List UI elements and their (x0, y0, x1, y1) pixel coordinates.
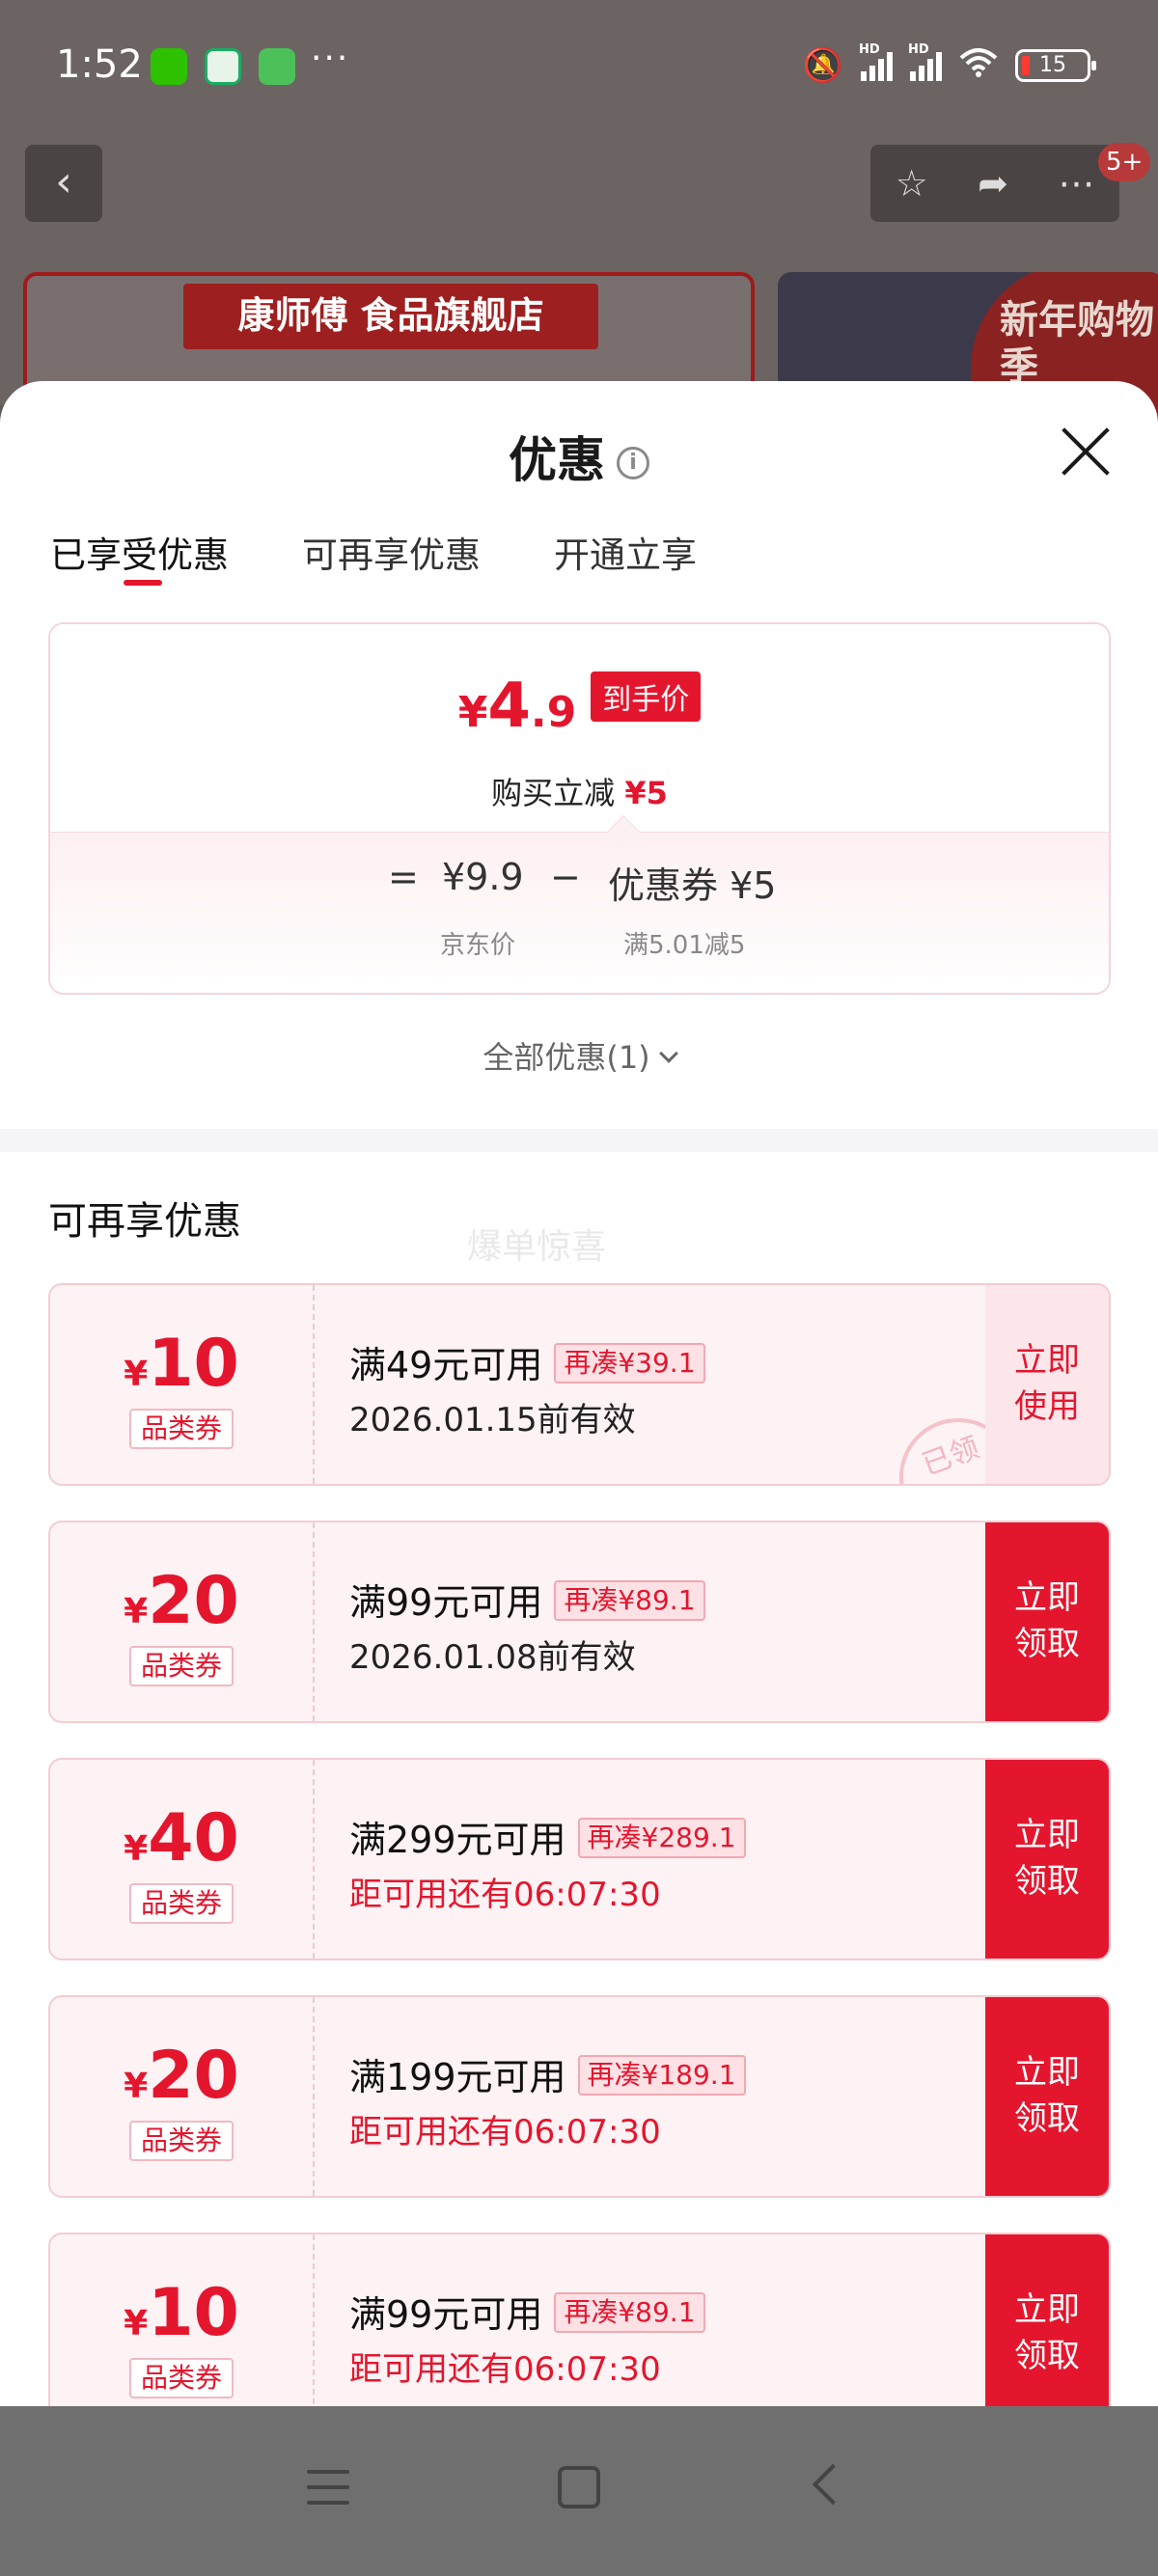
tab-more-discounts[interactable]: 可再享优惠 (302, 526, 481, 578)
info-icon[interactable]: i (617, 447, 649, 480)
coupon-value: ¥10 (124, 1326, 239, 1402)
claim-button[interactable]: 立即 领取 (985, 1522, 1109, 1721)
battery-icon: 15 (1015, 49, 1096, 82)
section-divider (0, 1129, 1158, 1152)
coupon-rule: 满5.01减5 (623, 931, 746, 960)
coupon-remaining: 再凑¥89.1 (554, 2292, 705, 2333)
sheet-title: 优惠 (509, 432, 605, 488)
coupon-validity: 2026.01.08前有效 (349, 1638, 636, 1677)
coupon-remaining: 再凑¥189.1 (577, 2055, 746, 2096)
signal-icon-2: HD (908, 42, 942, 81)
price-summary-card: ¥4.9 到手价 购买立减 ¥5 = ¥9.9 − 优惠券 ¥5 京东价 满5.… (48, 622, 1111, 995)
bank-app-icon (205, 48, 241, 85)
coupon-remaining: 再凑¥89.1 (554, 1580, 705, 1621)
coupon-deduction: 优惠券 ¥5 (608, 864, 777, 907)
chevron-down-icon (658, 1044, 678, 1063)
system-nav-bar (0, 2406, 1158, 2576)
more-discounts-title: 可再享优惠 (48, 1199, 241, 1244)
more-notifications-icon: ··· (311, 39, 350, 78)
home-icon[interactable] (558, 2466, 600, 2508)
coupon-condition: 满49元可用 再凑¥39.1 (349, 1335, 705, 1388)
back-icon[interactable] (812, 2463, 854, 2506)
tab-activate[interactable]: 开通立享 (554, 526, 697, 578)
coupon-condition: 满199元可用 再凑¥189.1 (349, 2047, 746, 2100)
back-button[interactable]: ‹ (25, 145, 102, 222)
sheet-title-wrap: 优惠 i (0, 422, 1158, 491)
signal-icon: HD (859, 42, 893, 81)
tool-app-icon (259, 48, 295, 85)
discount-sheet: 优惠 i 已享受优惠 可再享优惠 开通立享 ¥4.9 到手价 购买立减 ¥5 = … (0, 381, 1158, 2407)
wifi-icon (959, 46, 998, 85)
store-banner: 康师傅 食品旗舰店 (183, 284, 598, 349)
coupon-validity: 2026.01.15前有效 (349, 1401, 636, 1439)
coupon-countdown: 距可用还有06:07:30 (349, 1876, 661, 1914)
status-time: 1:52 (56, 42, 143, 87)
coupon-remaining: 再凑¥289.1 (577, 1818, 746, 1858)
mute-icon: 🔕 (802, 46, 843, 85)
coupon-card: ¥10 品类券 满49元可用 再凑¥39.1 2026.01.15前有效 已领 立… (48, 1283, 1111, 1486)
message-badge: 5+ (1098, 143, 1151, 181)
background-page: 1:52 ··· 🔕 HD HD 15 ‹ ☆ ➦ ⋯ 5+ 康师傅 食品旗舰店… (0, 0, 1158, 465)
coupon-condition: 满99元可用 再凑¥89.1 (349, 2285, 705, 2338)
coupon-card: ¥40 品类券 满299元可用 再凑¥289.1 距可用还有06:07:30 立即… (48, 1758, 1111, 1960)
final-price: ¥4.9 到手价 (50, 671, 1109, 742)
wechat-icon (151, 48, 187, 85)
top-actions: ☆ ➦ ⋯ (870, 145, 1119, 222)
coupon-card: ¥20 品类券 满99元可用 再凑¥89.1 2026.01.08前有效 立即 领取 (48, 1521, 1111, 1723)
coupon-value: ¥20 (124, 2038, 239, 2114)
coupon-kind: 品类券 (129, 2358, 234, 2398)
watermark-text: 爆单惊喜 (467, 1227, 607, 1267)
coupon-countdown: 距可用还有06:07:30 (349, 2350, 661, 2389)
coupon-card: ¥10 品类券 满99元可用 再凑¥89.1 距可用还有06:07:30 立即 领取 (48, 2233, 1111, 2407)
coupon-value: ¥40 (124, 1800, 239, 1877)
jd-price-label: 京东价 (440, 931, 516, 960)
tab-bar: 已享受优惠 可再享优惠 开通立享 (50, 526, 697, 586)
coupon-remaining: 再凑¥39.1 (554, 1343, 705, 1384)
coupon-condition: 满299元可用 再凑¥289.1 (349, 1810, 746, 1863)
coupon-value: ¥20 (124, 1563, 239, 1639)
recent-apps-icon[interactable] (307, 2470, 349, 2516)
status-bar: 1:52 ··· 🔕 HD HD 15 (0, 0, 1158, 135)
claim-button[interactable]: 立即 领取 (985, 1997, 1109, 2196)
close-button[interactable] (1060, 425, 1112, 478)
final-price-tag: 到手价 (591, 671, 702, 722)
coupon-countdown: 距可用还有06:07:30 (349, 2113, 661, 2151)
instant-reduction: 购买立减 ¥5 (491, 775, 668, 811)
coupon-kind: 品类券 (129, 2121, 234, 2161)
all-discounts-link[interactable]: 全部优惠(1) (0, 1033, 1158, 1078)
more-icon[interactable]: ⋯ (1058, 162, 1094, 205)
coupon-kind: 品类券 (129, 1409, 234, 1449)
coupon-condition: 满99元可用 再凑¥89.1 (349, 1573, 705, 1626)
share-icon[interactable]: ➦ (978, 162, 1008, 205)
jd-price: ¥9.9 (442, 856, 524, 898)
use-now-button[interactable]: 立即 使用 (985, 1285, 1109, 1484)
coupon-value: ¥10 (124, 2275, 239, 2351)
coupon-kind: 品类券 (129, 1883, 234, 1924)
favorite-icon[interactable]: ☆ (896, 162, 928, 205)
coupon-card: ¥20 品类券 满199元可用 再凑¥189.1 距可用还有06:07:30 立即… (48, 1995, 1111, 2198)
coupon-kind: 品类券 (129, 1646, 234, 1686)
claim-button[interactable]: 立即 领取 (985, 1760, 1109, 1959)
claim-button[interactable]: 立即 领取 (985, 2234, 1109, 2407)
tab-enjoyed[interactable]: 已享受优惠 (50, 526, 229, 586)
